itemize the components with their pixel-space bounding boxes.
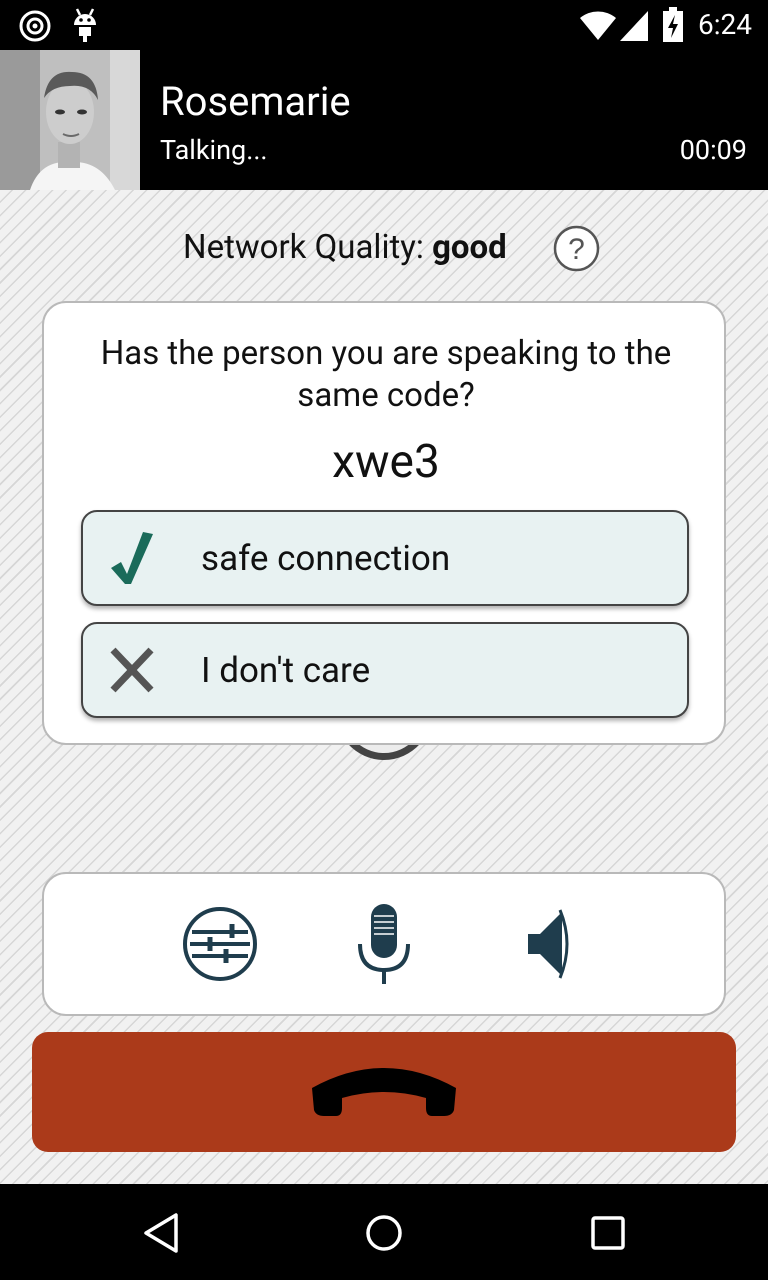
verification-dialog: Has the person you are speaking to the s…: [42, 301, 726, 745]
call-timer: 00:09: [679, 134, 747, 166]
dont-care-button[interactable]: I don't care: [81, 622, 689, 718]
contact-name: Rosemarie: [160, 78, 351, 125]
settings-icon[interactable]: [180, 902, 260, 986]
close-icon: [110, 647, 154, 693]
battery-charging-icon: [663, 7, 683, 42]
hang-up-icon: [312, 1068, 456, 1116]
network-quality-label: Network Quality:: [183, 228, 424, 267]
verification-code: xwe3: [332, 435, 440, 489]
hang-up-button[interactable]: [32, 1032, 736, 1152]
wifi-icon: [580, 11, 616, 40]
checkmark-icon: [111, 532, 153, 584]
speaker-icon[interactable]: [510, 902, 590, 986]
svg-text:?: ?: [568, 233, 585, 266]
home-icon[interactable]: [361, 1210, 407, 1256]
call-status: Talking...: [160, 134, 268, 166]
safe-connection-button[interactable]: safe connection: [81, 510, 689, 606]
back-icon[interactable]: [138, 1210, 184, 1256]
call-body: Network Quality: good ? Has the person y…: [0, 190, 768, 1184]
verification-question: Has the person you are speaking to the s…: [100, 334, 672, 415]
navigation-bar: [0, 1184, 768, 1280]
status-bar: 6:24: [0, 0, 768, 50]
safe-connection-label: safe connection: [201, 538, 451, 579]
network-quality: Network Quality: good: [0, 228, 768, 267]
network-quality-value: good: [432, 228, 507, 267]
android-icon: [74, 8, 96, 42]
recents-icon[interactable]: [585, 1210, 631, 1256]
status-time: 6:24: [698, 8, 752, 41]
call-controls: [42, 872, 726, 1016]
signal-icon: [620, 11, 648, 41]
help-icon[interactable]: ?: [553, 225, 600, 272]
contact-avatar: [0, 50, 140, 190]
call-header: Rosemarie Talking... 00:09: [0, 50, 768, 190]
notification-icon: [19, 10, 51, 42]
microphone-icon[interactable]: [344, 902, 424, 986]
dont-care-label: I don't care: [201, 650, 371, 691]
